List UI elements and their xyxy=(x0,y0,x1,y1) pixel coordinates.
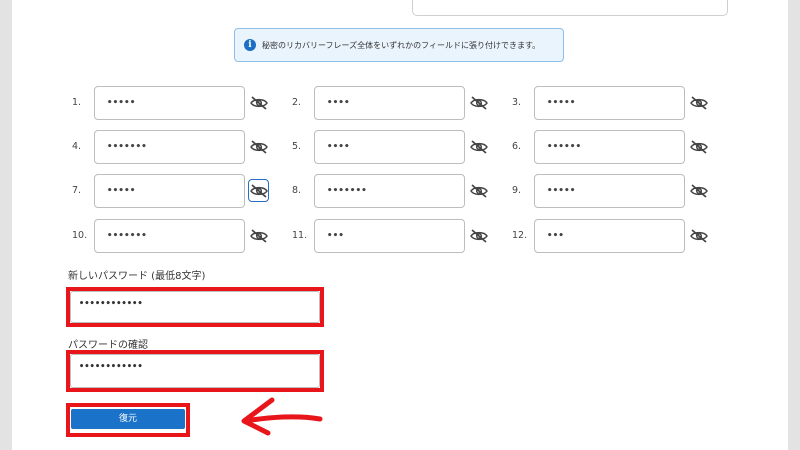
word-number: 8. xyxy=(292,185,302,196)
new-password-input[interactable]: •••••••••••• xyxy=(70,291,320,323)
word-number: 4. xyxy=(72,141,82,152)
eye-slash-icon[interactable] xyxy=(469,138,489,156)
word-number: 11. xyxy=(292,230,308,241)
srp-word-input[interactable]: ••••• xyxy=(534,86,685,120)
srp-word-input[interactable]: ••• xyxy=(534,219,685,253)
srp-word-input[interactable]: •••• xyxy=(314,130,465,164)
word-number: 12. xyxy=(512,230,528,241)
eye-slash-icon[interactable] xyxy=(469,227,489,245)
word-number: 10. xyxy=(72,230,88,241)
word-number: 5. xyxy=(292,141,302,152)
eye-slash-icon[interactable] xyxy=(689,182,709,200)
srp-word-input[interactable]: ••• xyxy=(314,219,465,253)
srp-word-input[interactable]: •••• xyxy=(314,86,465,120)
srp-word-input[interactable]: •••••• xyxy=(534,130,685,164)
info-icon: i xyxy=(244,39,256,51)
restore-button[interactable]: 復元 xyxy=(71,409,185,429)
eye-slash-icon[interactable] xyxy=(689,138,709,156)
eye-slash-icon[interactable] xyxy=(249,94,269,112)
srp-word-input[interactable]: ••••••• xyxy=(94,130,245,164)
new-password-label: 新しいパスワード (最低8文字) xyxy=(68,271,206,282)
restore-button-highlight: 復元 xyxy=(66,403,190,437)
srp-word-input[interactable]: ••••••• xyxy=(314,174,465,208)
eye-slash-icon[interactable] xyxy=(248,179,269,202)
confirm-password-highlight: •••••••••••• xyxy=(66,350,324,392)
paste-info-banner: i 秘密のリカバリーフレーズ全体をいずれかのフィールドに張り付けできます。 xyxy=(234,28,564,62)
red-arrow-icon xyxy=(241,397,323,436)
word-number: 2. xyxy=(292,97,302,108)
word-number: 1. xyxy=(72,97,82,108)
top-input-field[interactable] xyxy=(412,0,728,16)
eye-slash-icon[interactable] xyxy=(689,94,709,112)
word-number: 6. xyxy=(512,141,522,152)
confirm-password-label: パスワードの確認 xyxy=(68,340,148,351)
srp-word-input[interactable]: ••••• xyxy=(94,86,245,120)
srp-word-input[interactable]: ••••••• xyxy=(94,219,245,253)
eye-slash-icon[interactable] xyxy=(249,227,269,245)
new-password-highlight: •••••••••••• xyxy=(66,287,324,327)
eye-slash-icon[interactable] xyxy=(469,182,489,200)
eye-slash-icon[interactable] xyxy=(249,138,269,156)
word-number: 9. xyxy=(512,185,522,196)
eye-slash-icon[interactable] xyxy=(689,227,709,245)
restore-vault-page: i 秘密のリカバリーフレーズ全体をいずれかのフィールドに張り付けできます。 1.… xyxy=(12,0,788,450)
srp-word-input[interactable]: ••••• xyxy=(534,174,685,208)
eye-slash-icon[interactable] xyxy=(469,94,489,112)
word-number: 3. xyxy=(512,97,522,108)
confirm-password-input[interactable]: •••••••••••• xyxy=(70,354,320,388)
word-number: 7. xyxy=(72,185,82,196)
info-banner-text: 秘密のリカバリーフレーズ全体をいずれかのフィールドに張り付けできます。 xyxy=(262,40,541,50)
srp-word-input[interactable]: ••••• xyxy=(94,174,245,208)
